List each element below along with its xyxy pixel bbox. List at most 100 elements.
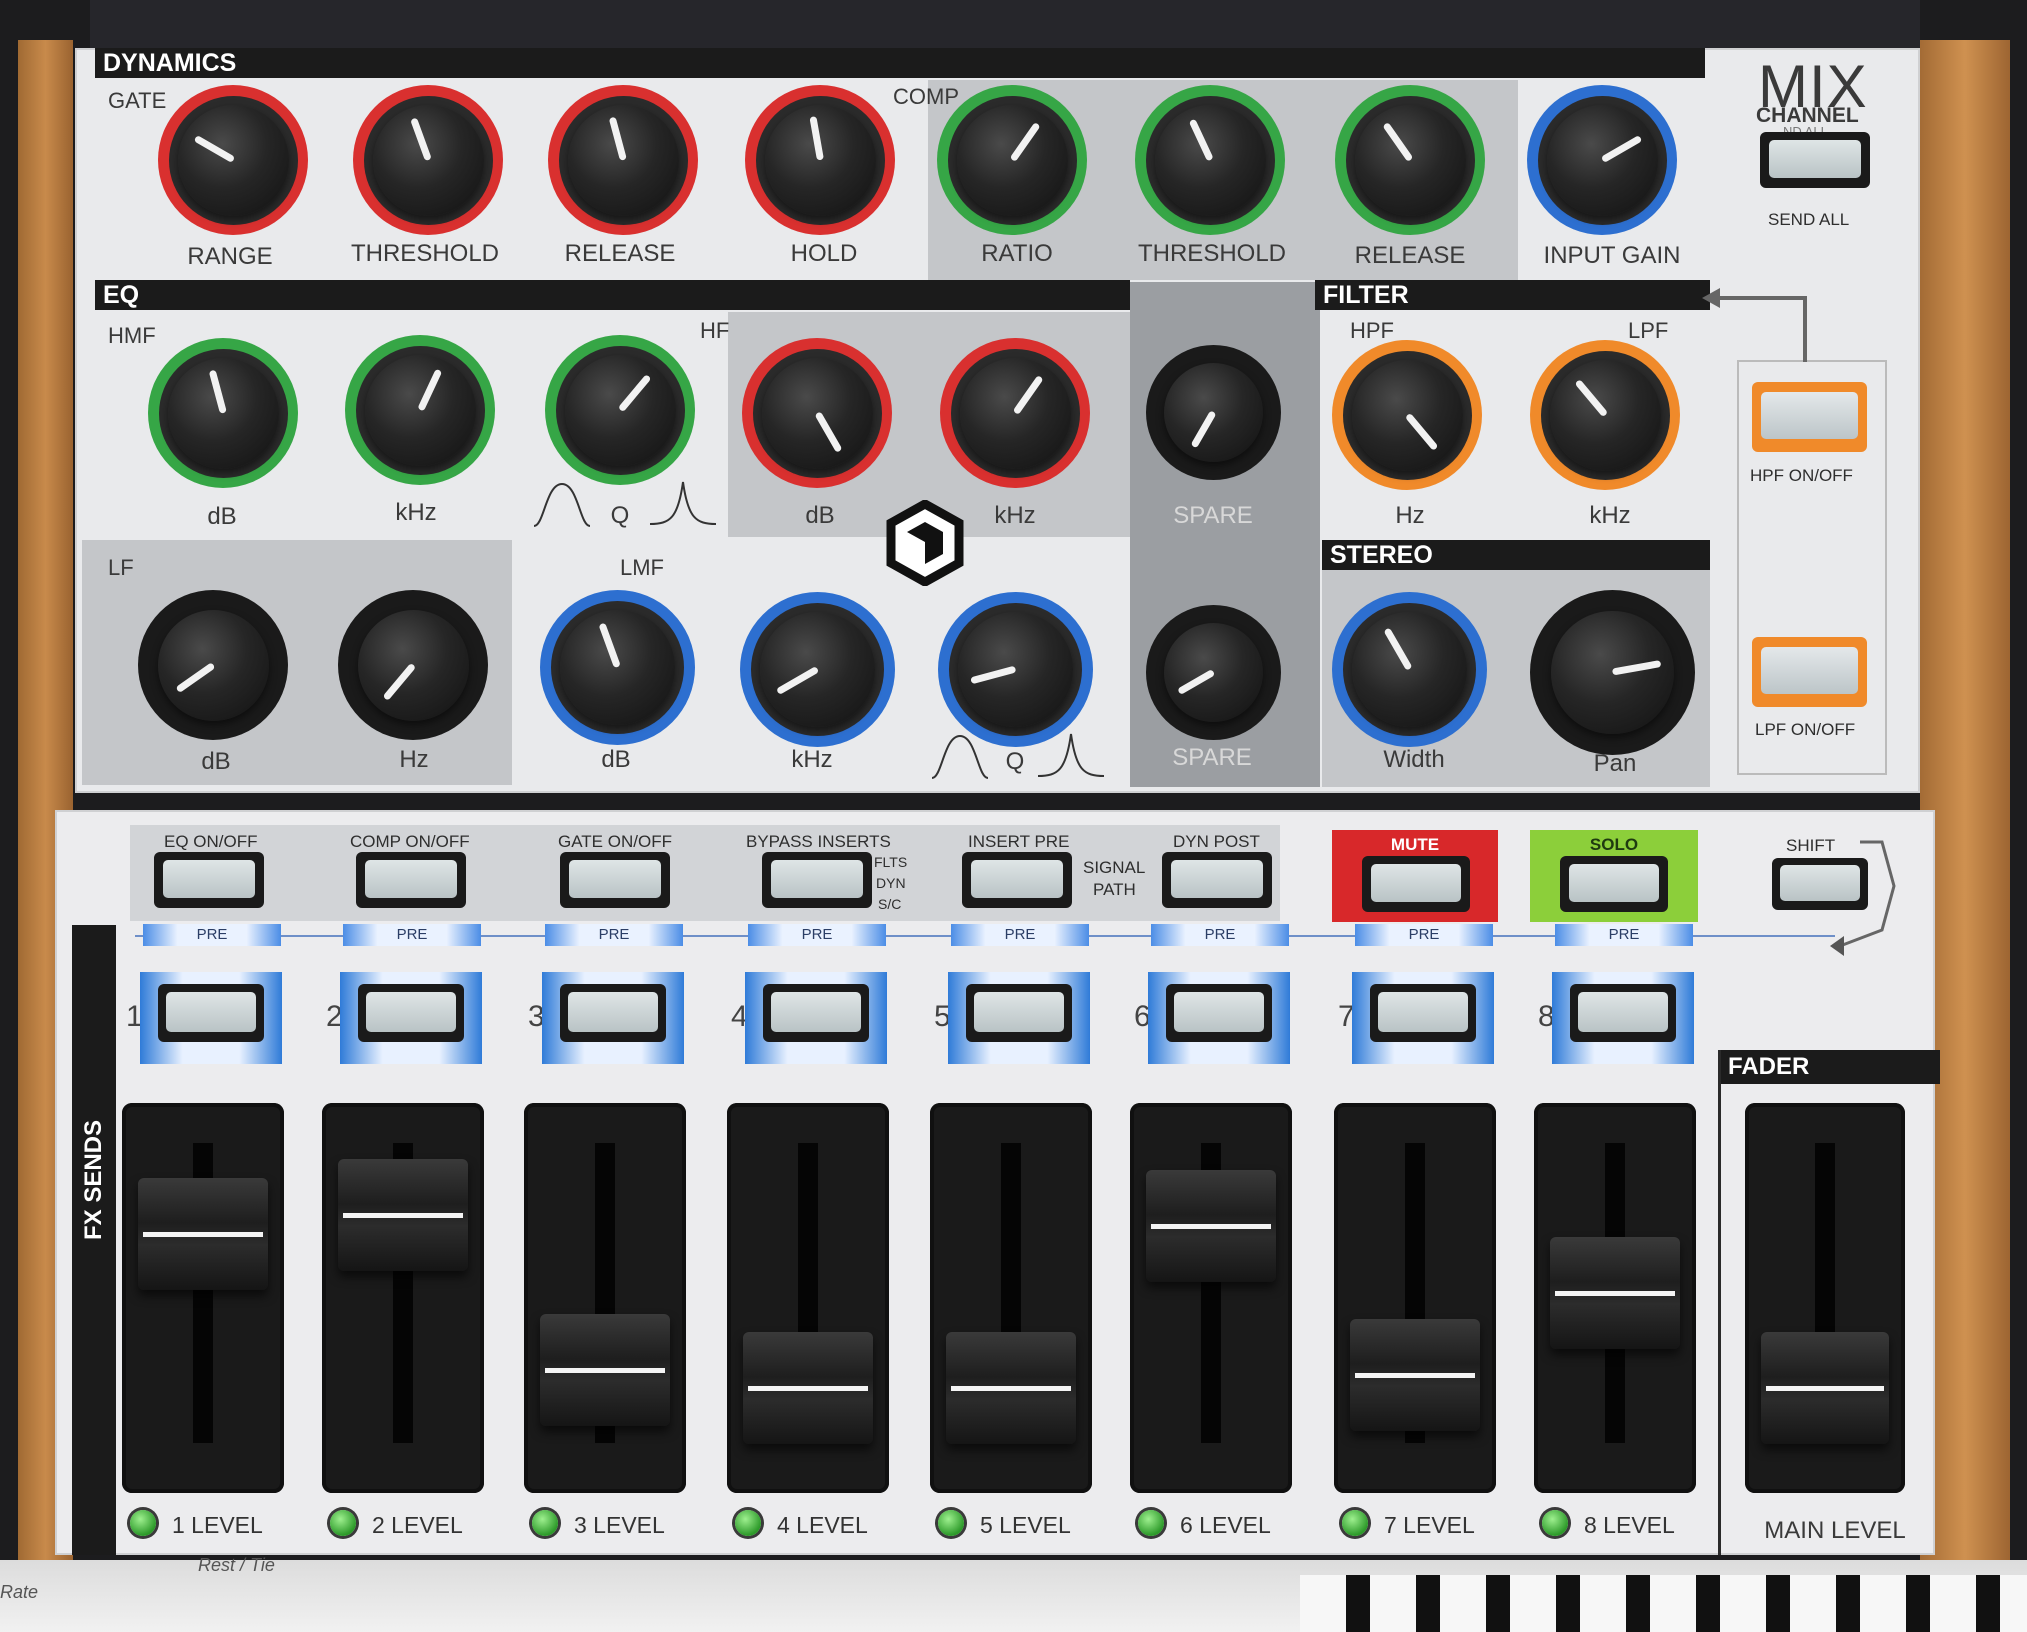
- channel-fader[interactable]: [930, 1103, 1092, 1493]
- level-led-indicator: [1542, 1510, 1568, 1536]
- spare-1-knob[interactable]: [1146, 345, 1281, 480]
- gate-hold-label: HOLD: [790, 240, 858, 267]
- width-knob[interactable]: [1332, 592, 1487, 747]
- hmf-q-knob-indicator: [617, 373, 652, 413]
- channel-fader[interactable]: [322, 1103, 484, 1493]
- channel-select-button[interactable]: [763, 984, 869, 1042]
- channel-fader-cap[interactable]: [743, 1332, 873, 1445]
- solo-label: SOLO: [1589, 835, 1639, 854]
- channel-level-label: 2 LEVEL: [372, 1512, 463, 1538]
- comp-release-knob[interactable]: [1335, 85, 1485, 235]
- channel-fader-cap[interactable]: [946, 1332, 1076, 1445]
- channel-fader[interactable]: [524, 1103, 686, 1493]
- channel-select-button[interactable]: [966, 984, 1072, 1042]
- lmf-db-label: dB: [601, 746, 631, 773]
- bypass-inserts-button[interactable]: [762, 852, 872, 908]
- lpf-onoff-button[interactable]: [1752, 637, 1867, 707]
- channel-fader[interactable]: [1334, 1103, 1496, 1493]
- signal-label: SIGNAL: [1083, 858, 1146, 877]
- lmf-q-knob-indicator: [970, 666, 1017, 685]
- channel-fader[interactable]: [1534, 1103, 1696, 1493]
- channel-select-button[interactable]: [158, 984, 264, 1042]
- channel-fader[interactable]: [727, 1103, 889, 1493]
- mute-label: MUTE: [1390, 835, 1440, 854]
- channel-fader-cap[interactable]: [338, 1159, 468, 1272]
- dyn-post-label: DYN POST: [1173, 832, 1260, 851]
- q-narrow-curve-icon: [649, 481, 717, 525]
- eq-title: EQ: [95, 280, 1130, 310]
- comp-threshold-knob-indicator: [1188, 118, 1214, 162]
- lf-db-knob[interactable]: [138, 590, 288, 740]
- comp-threshold-label: THRESHOLD: [1137, 240, 1287, 267]
- level-led-indicator: [130, 1510, 156, 1536]
- gate-release-knob[interactable]: [548, 85, 698, 235]
- hf-db-knob[interactable]: [742, 338, 892, 488]
- gate-threshold-knob[interactable]: [353, 85, 503, 235]
- channel-fader-cap[interactable]: [1550, 1236, 1680, 1349]
- hmf-khz-knob[interactable]: [345, 335, 495, 485]
- eq-onoff-label: EQ ON/OFF: [164, 832, 258, 851]
- q-wide-curve-icon: [533, 482, 591, 527]
- channel-fader-cap[interactable]: [1350, 1319, 1480, 1432]
- lf-hz-label: Hz: [399, 746, 429, 773]
- channel-select-button[interactable]: [1166, 984, 1272, 1042]
- mute-button[interactable]: [1362, 856, 1470, 912]
- hmf-q-knob[interactable]: [545, 335, 695, 485]
- channel-fader-cap[interactable]: [138, 1177, 268, 1290]
- channel-select-button[interactable]: [358, 984, 464, 1042]
- input-gain-knob-indicator: [1600, 134, 1643, 164]
- gate-onoff-label: GATE ON/OFF: [558, 832, 672, 851]
- main-level-fader-cap[interactable]: [1761, 1332, 1889, 1445]
- channel-select-button[interactable]: [560, 984, 666, 1042]
- channel-fader[interactable]: [122, 1103, 284, 1493]
- channel-select-button[interactable]: [1370, 984, 1476, 1042]
- hmf-khz-knob-indicator: [416, 368, 442, 412]
- hf-khz-knob[interactable]: [940, 338, 1090, 488]
- sc-label: S/C: [878, 896, 902, 912]
- comp-threshold-knob[interactable]: [1135, 85, 1285, 235]
- pan-knob[interactable]: [1530, 590, 1695, 755]
- comp-onoff-button[interactable]: [356, 852, 466, 908]
- hmf-db-label: dB: [207, 503, 237, 530]
- insert-pre-button[interactable]: [962, 852, 1072, 908]
- pan-label: Pan: [1593, 750, 1637, 777]
- gate-range-label: RANGE: [187, 243, 273, 270]
- gate-hold-knob[interactable]: [745, 85, 895, 235]
- comp-onoff-label: COMP ON/OFF: [350, 832, 470, 851]
- hpf-hz-knob[interactable]: [1332, 340, 1482, 490]
- dyn-post-button[interactable]: [1162, 852, 1272, 908]
- eq-onoff-button[interactable]: [154, 852, 264, 908]
- lpf-khz-label: kHz: [1589, 502, 1631, 529]
- send-all-button[interactable]: [1760, 132, 1870, 188]
- dyn-label: DYN: [876, 875, 906, 891]
- lmf-db-knob[interactable]: [540, 590, 695, 745]
- fader-title: FADER: [1720, 1050, 1940, 1084]
- channel-select-button[interactable]: [1570, 984, 1676, 1042]
- main-level-fader[interactable]: [1745, 1103, 1905, 1493]
- gate-range-knob[interactable]: [158, 85, 308, 235]
- lf-hz-knob[interactable]: [338, 590, 488, 740]
- hf-khz-knob-indicator: [1012, 374, 1044, 416]
- input-gain-knob[interactable]: [1527, 85, 1677, 235]
- hmf-db-knob[interactable]: [148, 338, 298, 488]
- channel-fader-cap[interactable]: [540, 1314, 670, 1427]
- lmf-khz-label: kHz: [791, 746, 833, 773]
- lmf-khz-knob[interactable]: [740, 592, 895, 747]
- lmf-q-knob[interactable]: [938, 592, 1093, 747]
- cube-logo-icon: [886, 500, 964, 586]
- solo-button[interactable]: [1560, 856, 1668, 912]
- lpf-khz-knob[interactable]: [1530, 340, 1680, 490]
- width-label: Width: [1383, 746, 1445, 773]
- channel-fader[interactable]: [1130, 1103, 1292, 1493]
- channel-fader-cap[interactable]: [1146, 1169, 1276, 1282]
- spare-2-knob[interactable]: [1146, 605, 1281, 740]
- channel-level-label: 5 LEVEL: [980, 1512, 1071, 1538]
- channel-level-label: 3 LEVEL: [574, 1512, 665, 1538]
- hmf-q-label: Q: [610, 502, 630, 529]
- gate-onoff-button[interactable]: [560, 852, 670, 908]
- lf-label: LF: [108, 555, 134, 580]
- hpf-onoff-button[interactable]: [1752, 382, 1867, 452]
- hpf-onoff-label: HPF ON/OFF: [1750, 466, 1853, 485]
- comp-ratio-knob[interactable]: [937, 85, 1087, 235]
- fx-sends-title: FX SENDS: [80, 1119, 107, 1241]
